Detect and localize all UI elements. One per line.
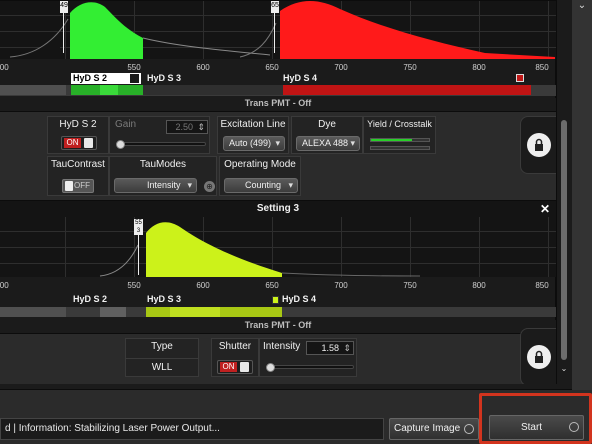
detector-title: HyD S 2 <box>59 119 97 130</box>
crosstalk-bar <box>370 146 430 150</box>
setting3-header: Setting 3 ✕ <box>0 201 556 217</box>
axis-tick: 700 <box>334 63 348 72</box>
detector-hyd-s4-label[interactable]: HyD S 4 <box>283 73 317 83</box>
intensity-slider-knob[interactable] <box>266 363 275 372</box>
top-arrow-icon: ⌄ <box>577 0 587 11</box>
intensity-cell: Intensity 1.58 <box>259 338 357 377</box>
intensity-slider[interactable] <box>266 365 354 369</box>
wavelength-marker-left[interactable]: 49 <box>60 1 68 13</box>
capture-image-label: Capture Image <box>394 423 461 434</box>
lock-icon <box>535 350 543 363</box>
taumodes-dropdown[interactable]: Intensity <box>114 178 197 193</box>
gain-slider[interactable] <box>116 142 206 146</box>
yield-bar <box>370 138 430 142</box>
detector-ranges-top <box>0 85 556 96</box>
start-button-highlight <box>479 393 592 444</box>
range-bar-hyd-s4[interactable] <box>283 85 531 95</box>
capture-image-button[interactable]: Capture Image <box>389 418 479 440</box>
taumodes-title: TauModes <box>139 159 187 170</box>
axis-tick: 800 <box>472 63 486 72</box>
axis-tick: 750 <box>403 63 417 72</box>
detector-hyd-s4-label[interactable]: HyD S 4 <box>282 294 316 304</box>
excitation-dropdown[interactable]: Auto (499) <box>223 136 285 151</box>
capture-indicator-icon <box>464 424 474 434</box>
toggle-state: ON <box>220 362 237 372</box>
toggle-state: OFF <box>74 181 90 190</box>
scroll-down-icon[interactable]: ⌄ <box>559 364 569 373</box>
taucontrast-toggle[interactable]: OFF <box>62 179 94 193</box>
detector-hyd-s3-color-swatch[interactable] <box>272 296 279 304</box>
taumodes-cell: TauModes Intensity ⊕ <box>109 156 217 196</box>
close-icon[interactable]: ✕ <box>540 202 550 216</box>
excitation-cell: Excitation Line Auto (499) <box>217 116 289 154</box>
dye-title: Dye <box>318 119 336 130</box>
gain-slider-knob[interactable] <box>116 140 125 149</box>
wavelength-axis-setting3: 500 550 600 650 700 750 800 850 <box>0 280 556 292</box>
setting3-title: Setting 3 <box>256 203 300 214</box>
spectrum-plot-setting3[interactable]: 553 <box>0 217 556 277</box>
spectrum-panel-top: 49 65 500 550 600 650 700 750 800 850 Hy… <box>0 0 556 112</box>
detector-hyd-s4-color-swatch[interactable] <box>516 74 524 82</box>
laser-type-title: Type <box>151 341 173 352</box>
gain-spinbox[interactable]: 2.50 <box>166 120 208 134</box>
intensity-spinbox[interactable]: 1.58 <box>306 341 354 355</box>
axis-tick: 500 <box>0 281 9 290</box>
status-message: d | Information: Stabilizing Laser Power… <box>0 418 384 440</box>
wavelength-marker-553[interactable]: 553 <box>134 219 143 235</box>
axis-tick: 650 <box>265 281 279 290</box>
taucontrast-cell: TauContrast OFF <box>47 156 109 196</box>
lock-button-top[interactable] <box>520 116 558 174</box>
bottom-rule <box>0 384 572 390</box>
axis-tick: 750 <box>403 281 417 290</box>
trans-pmt-status-setting3: Trans PMT - Off <box>0 320 556 333</box>
lock-icon <box>535 138 543 151</box>
detector-hyd-s3-label[interactable]: HyD S 3 <box>147 73 181 83</box>
laser-type-value: WLL <box>151 362 173 373</box>
dye-dropdown[interactable]: ALEXA 488 <box>296 136 360 151</box>
right-frame <box>572 0 592 390</box>
axis-tick: 500 <box>0 63 9 72</box>
vertical-scrollbar[interactable]: ⌄ <box>559 120 569 373</box>
axis-tick: 550 <box>127 281 141 290</box>
detector-hyd-s2-label[interactable]: HyD S 2 <box>73 294 107 304</box>
setting3-panel: Setting 3 ✕ 553 500 550 600 650 700 750 … <box>0 200 556 334</box>
shutter-title: Shutter <box>218 341 252 352</box>
operating-mode-cell: Operating Mode Counting <box>219 156 301 196</box>
scrollbar-thumb[interactable] <box>561 120 567 360</box>
shutter-cell: Shutter ON <box>211 338 259 377</box>
emission-curve-setting3 <box>99 222 421 277</box>
detector-labels-setting3: HyD S 2 HyD S 3 HyD S 4 <box>0 294 556 308</box>
excitation-title: Excitation Line <box>220 119 286 130</box>
toggle-state: ON <box>64 138 81 148</box>
operating-mode-dropdown[interactable]: Counting <box>224 178 298 193</box>
operating-mode-title: Operating Mode <box>224 159 296 170</box>
yield-title: Yield / Crosstalk <box>367 119 432 129</box>
axis-tick: 850 <box>535 281 549 290</box>
dye-cell: Dye ALEXA 488 <box>291 116 363 154</box>
spectrum-plot-top[interactable]: 49 65 <box>0 1 556 59</box>
axis-tick: 550 <box>127 63 141 72</box>
axis-tick: 600 <box>196 63 210 72</box>
axis-tick: 650 <box>265 63 279 72</box>
detector-cell: HyD S 2 ON <box>47 116 109 154</box>
axis-tick: 800 <box>472 281 486 290</box>
shutter-toggle[interactable]: ON <box>217 360 253 374</box>
axis-tick: 600 <box>196 281 210 290</box>
detector-ranges-setting3 <box>0 307 556 317</box>
taumodes-info-icon[interactable]: ⊕ <box>204 181 215 192</box>
wavelength-marker-right[interactable]: 65 <box>271 1 279 13</box>
detector-hyd-s3-label[interactable]: HyD S 3 <box>147 294 181 304</box>
axis-tick: 700 <box>334 281 348 290</box>
detector-toggle[interactable]: ON <box>61 136 97 150</box>
taucontrast-title: TauContrast <box>51 159 105 170</box>
lock-button-bottom[interactable] <box>520 328 558 386</box>
yield-cell: Yield / Crosstalk <box>363 116 436 154</box>
axis-tick: 850 <box>535 63 549 72</box>
gain-cell: Gain 2.50 <box>109 116 210 154</box>
trans-pmt-status-top: Trans PMT - Off <box>0 98 556 111</box>
laser-type-cell: Type WLL <box>125 338 199 377</box>
